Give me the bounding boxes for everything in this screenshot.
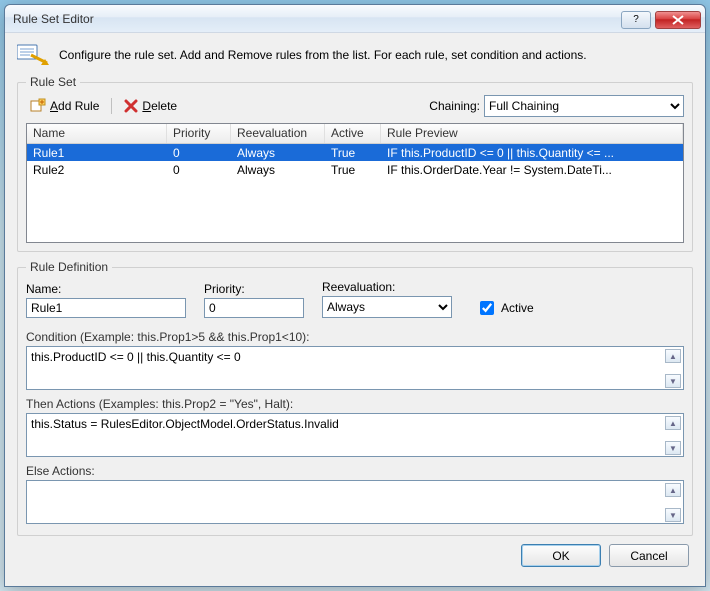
name-label: Name:	[26, 282, 186, 296]
table-row[interactable]: Rule1 0 Always True IF this.ProductID <=…	[27, 144, 683, 161]
chevron-up-icon[interactable]: ▲	[665, 416, 681, 430]
col-name[interactable]: Name	[27, 124, 167, 143]
reeval-select[interactable]: Always	[322, 296, 452, 318]
chaining-label: Chaining:	[429, 99, 480, 113]
col-preview[interactable]: Rule Preview	[381, 124, 683, 143]
condition-input[interactable]	[26, 346, 684, 390]
else-spinner[interactable]: ▲▼	[665, 483, 681, 522]
col-reeval[interactable]: Reevaluation	[231, 124, 325, 143]
footer: OK Cancel	[17, 536, 693, 567]
rules-grid[interactable]: Name Priority Reevaluation Active Rule P…	[26, 123, 684, 243]
chevron-up-icon[interactable]: ▲	[665, 483, 681, 497]
ruleset-legend: Rule Set	[26, 75, 80, 89]
ok-button[interactable]: OK	[521, 544, 601, 567]
delete-icon	[124, 99, 138, 113]
window: Rule Set Editor ? Configure the rule set…	[4, 4, 706, 587]
chaining-select[interactable]: Full Chaining	[484, 95, 684, 117]
priority-label: Priority:	[204, 282, 304, 296]
delete-button[interactable]: Delete	[120, 98, 181, 114]
chevron-up-icon[interactable]: ▲	[665, 349, 681, 363]
ruleset-icon	[17, 43, 49, 67]
rule-definition-group: Rule Definition Name: Priority: Reevalua…	[17, 260, 693, 536]
header-text: Configure the rule set. Add and Remove r…	[59, 48, 587, 62]
client-area: Configure the rule set. Add and Remove r…	[5, 33, 705, 586]
then-spinner[interactable]: ▲▼	[665, 416, 681, 455]
reeval-label: Reevaluation:	[322, 280, 452, 294]
delete-label: Delete	[142, 99, 177, 113]
table-row[interactable]: Rule2 0 Always True IF this.OrderDate.Ye…	[27, 161, 683, 178]
grid-header: Name Priority Reevaluation Active Rule P…	[27, 124, 683, 144]
help-button[interactable]: ?	[621, 11, 651, 29]
priority-input[interactable]	[204, 298, 304, 318]
cancel-button[interactable]: Cancel	[609, 544, 689, 567]
header: Configure the rule set. Add and Remove r…	[17, 43, 693, 67]
separator	[111, 98, 112, 114]
name-input[interactable]	[26, 298, 186, 318]
name-field: Name:	[26, 282, 186, 318]
chevron-down-icon[interactable]: ▼	[665, 441, 681, 455]
ruleset-group: Rule Set Add Rule Delete	[17, 75, 693, 252]
titlebar: Rule Set Editor ?	[5, 5, 705, 33]
add-rule-button[interactable]: Add Rule	[26, 97, 103, 115]
grid-body: Rule1 0 Always True IF this.ProductID <=…	[27, 144, 683, 178]
add-icon	[30, 98, 46, 114]
condition-label: Condition (Example: this.Prop1>5 && this…	[26, 330, 684, 344]
chevron-down-icon[interactable]: ▼	[665, 508, 681, 522]
definition-row: Name: Priority: Reevaluation: Always Act…	[26, 280, 684, 318]
then-label: Then Actions (Examples: this.Prop2 = "Ye…	[26, 397, 684, 411]
else-input[interactable]	[26, 480, 684, 524]
reeval-field: Reevaluation: Always	[322, 280, 452, 318]
priority-field: Priority:	[204, 282, 304, 318]
toolbar: Add Rule Delete Chaining: Full Chaining	[26, 95, 684, 117]
window-title: Rule Set Editor	[13, 12, 94, 26]
then-input[interactable]	[26, 413, 684, 457]
close-button[interactable]	[655, 11, 701, 29]
active-label: Active	[501, 301, 534, 315]
chevron-down-icon[interactable]: ▼	[665, 374, 681, 388]
else-label: Else Actions:	[26, 464, 684, 478]
active-checkbox[interactable]	[480, 301, 494, 315]
close-icon	[672, 15, 684, 25]
col-priority[interactable]: Priority	[167, 124, 231, 143]
add-rule-label: Add Rule	[50, 99, 99, 113]
col-active[interactable]: Active	[325, 124, 381, 143]
condition-spinner[interactable]: ▲▼	[665, 349, 681, 388]
rule-definition-legend: Rule Definition	[26, 260, 112, 274]
active-check[interactable]: Active	[476, 298, 534, 318]
